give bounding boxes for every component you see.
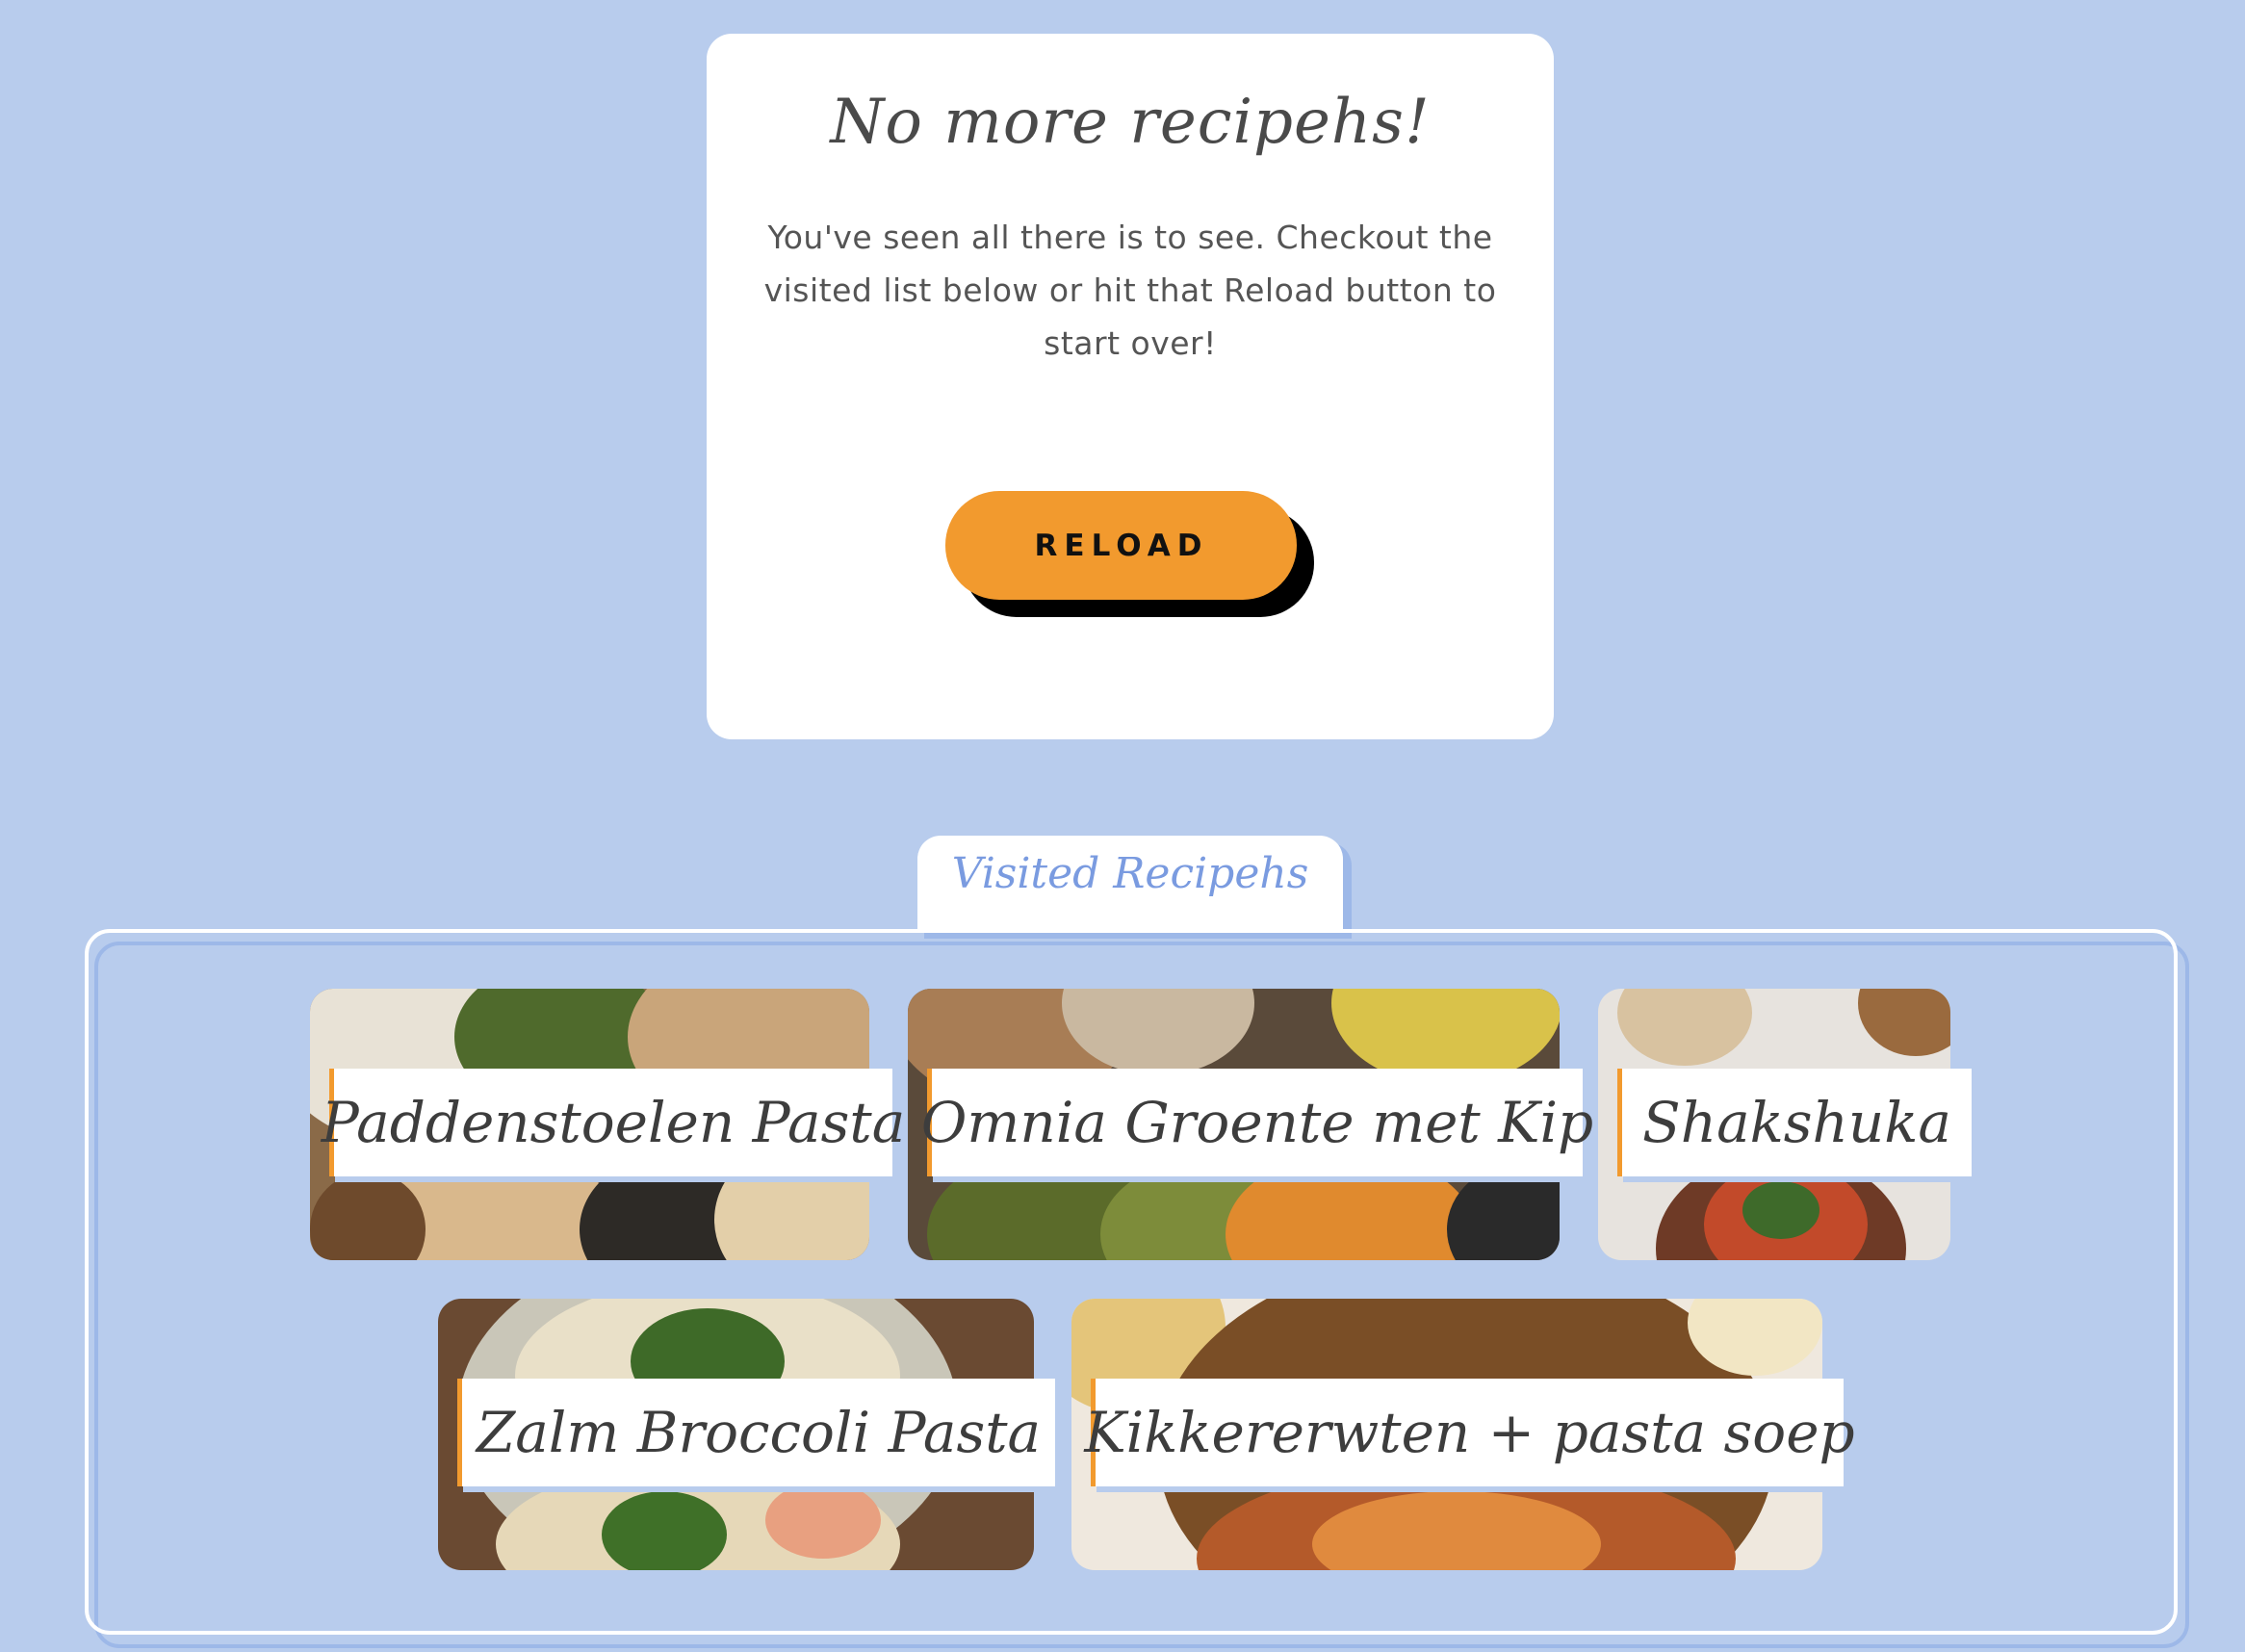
recipe-card[interactable]: Zalm Broccoli Pasta <box>438 1299 1055 1570</box>
reload-button[interactable]: RELOAD <box>945 491 1297 600</box>
empty-state-message: You've seen all there is to see. Checkou… <box>763 219 1497 362</box>
recipe-label: Kikkererwten + pasta soep <box>1084 1379 1855 1486</box>
visited-tab-label: Visited Recipehs <box>951 849 1309 898</box>
visited-tab: Visited Recipehs <box>917 836 1343 932</box>
recipe-label: Shakshuka <box>1617 1069 1972 1176</box>
recipe-card[interactable]: Kikkererwten + pasta soep <box>1071 1299 1855 1570</box>
recipe-card[interactable]: Paddenstoelen Pasta <box>310 989 905 1260</box>
recipe-label: Omnia Groente met Kip <box>921 1069 1593 1176</box>
recipe-label: Paddenstoelen Pasta <box>322 1069 905 1176</box>
recipe-card[interactable]: Shakshuka <box>1598 989 1972 1260</box>
reload-button-wrapper: RELOAD <box>945 491 1316 621</box>
recipe-card[interactable]: Omnia Groente met Kip <box>908 989 1593 1260</box>
empty-state-title: No more recipehs! <box>830 87 1431 158</box>
recipe-label: Zalm Broccoli Pasta <box>457 1379 1055 1486</box>
empty-state-card: No more recipehs! You've seen all there … <box>707 34 1554 739</box>
